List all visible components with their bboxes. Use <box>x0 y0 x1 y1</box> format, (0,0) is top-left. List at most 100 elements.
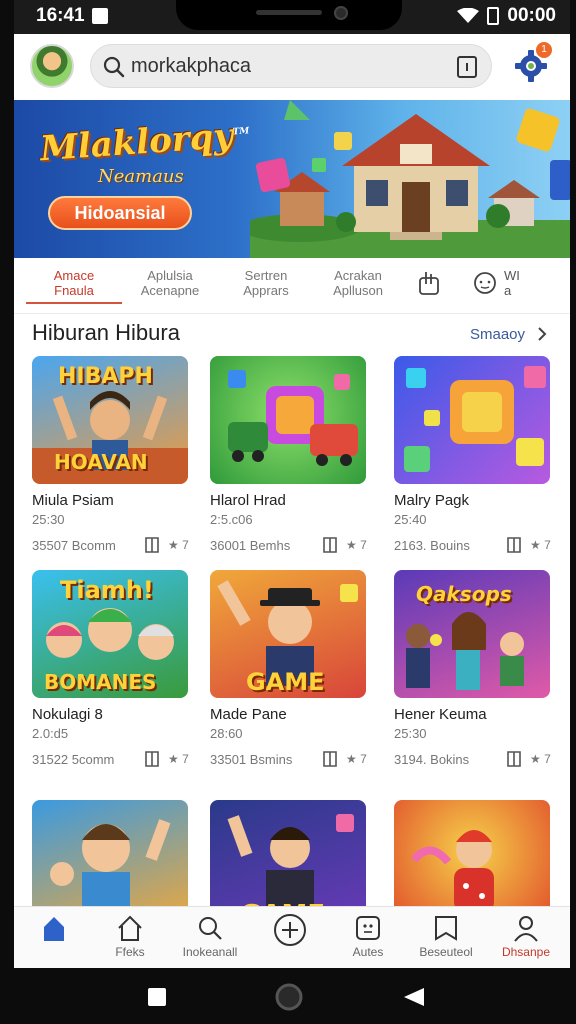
thumb-title-bottom: BOMANES <box>44 670 157 694</box>
game-time: 25:30 <box>32 512 65 527</box>
nav-label <box>250 949 330 963</box>
status-indicators: 00:00 <box>457 5 556 27</box>
game-title: Malry Pagk <box>394 492 470 509</box>
game-card[interactable]: Tiamh! BOMANES Nokulagi 8 2.0:d5 31522 5… <box>32 570 190 770</box>
nav-label: Autes <box>352 945 384 959</box>
book-icon[interactable] <box>506 750 522 768</box>
tab-wi[interactable]: WI a <box>504 268 520 298</box>
cube-toy-art <box>404 366 546 472</box>
nav-saved[interactable]: Beseuteol <box>406 913 486 959</box>
tab-label: Sertren <box>244 268 288 283</box>
avatar[interactable] <box>30 44 74 88</box>
house-outline-icon <box>118 915 142 941</box>
plus-circle-icon <box>274 914 306 946</box>
tab-sertren[interactable]: Sertren Apprars <box>218 268 314 298</box>
game-meta: 2163. Bouins ★ 7 <box>394 536 552 556</box>
tab-label: Apprars <box>243 283 289 298</box>
book-icon[interactable] <box>144 750 160 768</box>
app-header: 1 <box>14 34 570 100</box>
rating: ★ 7 <box>530 538 551 552</box>
home-button-icon[interactable] <box>274 982 304 1012</box>
download-count: 35507 Bcomm <box>32 538 116 553</box>
speaker-grille <box>256 10 322 15</box>
game-card[interactable]: Malry Pagk 25:40 2163. Bouins ★ 7 <box>394 356 552 556</box>
see-more-link[interactable]: Smaaoy <box>470 326 525 343</box>
wifi-icon <box>457 8 480 23</box>
banner-title-text: Mlaklorqy <box>38 115 235 170</box>
nav-profile[interactable]: Dhsanpe <box>486 913 566 959</box>
game-thumbnail[interactable]: Tiamh! BOMANES <box>32 570 188 698</box>
nav-search[interactable]: Inokeanall <box>170 913 250 959</box>
nav-label: Ffeks <box>115 945 145 959</box>
recent-apps-icon[interactable] <box>146 986 168 1008</box>
chevron-right-icon[interactable] <box>536 326 548 342</box>
banner-title: MlaklorqyTM <box>38 115 251 170</box>
book-icon[interactable] <box>144 536 160 554</box>
game-title: Hlarol Hrad <box>210 492 286 509</box>
game-thumbnail[interactable] <box>394 356 550 484</box>
download-count: 36001 Bemhs <box>210 538 291 553</box>
download-count: 3194. Bokins <box>394 752 470 767</box>
book-icon[interactable] <box>506 536 522 554</box>
rating: ★ 7 <box>168 538 189 552</box>
game-thumbnail[interactable]: GAME <box>210 570 366 698</box>
game-time: 25:30 <box>394 726 427 741</box>
phone-frame: 16:41 00:00 morkakphaca 1 MlaklorqyTM Ne… <box>0 0 576 1024</box>
rating: ★ 7 <box>168 752 189 766</box>
status-clock: 00:00 <box>507 5 556 26</box>
game-time: 2:5.c06 <box>210 512 253 527</box>
nav-apps[interactable]: Autes <box>328 913 408 959</box>
camera-notch <box>176 0 402 30</box>
nav-home[interactable] <box>14 913 94 959</box>
game-thumbnail[interactable] <box>210 356 366 484</box>
tab-chat-icon[interactable] <box>472 270 498 296</box>
download-count: 33501 Bsmins <box>210 752 293 767</box>
game-card[interactable]: GAME Made Pane 28:60 33501 Bsmins ★ 7 <box>210 570 368 770</box>
promo-banner[interactable]: MlaklorqyTM Neamaus Hidoansial <box>14 100 570 258</box>
tab-hand-icon[interactable] <box>416 270 442 296</box>
tab-label: Fnaula <box>54 283 94 298</box>
search-icon <box>103 56 125 78</box>
rating: ★ 7 <box>530 752 551 766</box>
banner-cta-button[interactable]: Hidoansial <box>48 196 192 230</box>
thumb-title-bottom: HOAVAN <box>54 450 148 474</box>
game-card[interactable]: HIBAPH HOAVAN Miula Psiam 25:30 35507 Bc… <box>32 356 190 556</box>
bookmark-icon <box>435 916 457 941</box>
front-camera-icon <box>334 6 348 20</box>
search-bar[interactable] <box>90 44 492 88</box>
game-card[interactable]: Hlarol Hrad 2:5.c06 36001 Bemhs ★ 7 <box>210 356 368 556</box>
game-thumbnail[interactable]: Qaksops <box>394 570 550 698</box>
settings-button[interactable]: 1 <box>512 42 552 84</box>
cube-toy-art <box>228 370 358 466</box>
book-icon[interactable] <box>322 536 338 554</box>
search-input[interactable] <box>131 45 431 87</box>
battery-icon <box>487 7 500 25</box>
tab-label: Acenapne <box>140 283 200 298</box>
tab-label: Aplluson <box>333 283 383 298</box>
game-thumbnail[interactable]: HIBAPH HOAVAN <box>32 356 188 484</box>
back-icon[interactable] <box>402 986 426 1008</box>
tab-label: Acrakan <box>334 268 382 283</box>
game-card[interactable]: Qaksops Hener Keuma 25:30 3194. Bokins ★… <box>394 570 552 770</box>
download-count: 31522 5comm <box>32 752 115 767</box>
game-title: Made Pane <box>210 706 287 723</box>
search-icon <box>199 917 222 940</box>
game-title: Hener Keuma <box>394 706 487 723</box>
tab-aplulsia[interactable]: Aplulsia Acenapne <box>122 268 218 298</box>
nav-add[interactable] <box>250 913 330 963</box>
game-meta: 31522 5comm ★ 7 <box>32 750 190 770</box>
tab-acrakan[interactable]: Acrakan Aplluson <box>310 268 406 298</box>
game-meta: 33501 Bsmins ★ 7 <box>210 750 368 770</box>
tab-label: WI <box>504 268 520 283</box>
thumb-title-top: Tiamh! <box>60 576 154 604</box>
book-icon[interactable] <box>322 750 338 768</box>
banner-subtitle: Neamaus <box>98 166 184 187</box>
category-tabs: Amace Fnaula Aplulsia Acenapne Sertren A… <box>14 258 570 314</box>
status-bar: 16:41 00:00 <box>14 0 570 34</box>
game-title: Miula Psiam <box>32 492 114 509</box>
tab-amace[interactable]: Amace Fnaula <box>26 268 122 298</box>
scan-icon[interactable] <box>457 56 477 78</box>
system-navigation-bar <box>0 968 576 1024</box>
game-meta: 35507 Bcomm ★ 7 <box>32 536 190 556</box>
nav-feeds[interactable]: Ffeks <box>90 913 170 959</box>
